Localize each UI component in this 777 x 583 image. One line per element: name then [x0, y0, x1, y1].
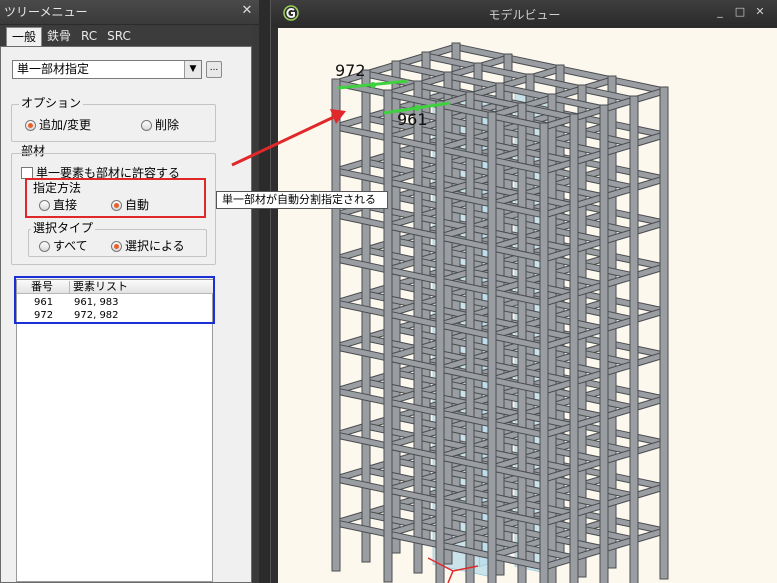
chevron-down-icon[interactable]: ▼	[184, 61, 201, 78]
checkbox-icon	[21, 166, 33, 179]
radio-add-change-label: 追加/変更	[39, 118, 92, 132]
beam	[609, 77, 667, 94]
radio-add-change[interactable]: 追加/変更	[25, 118, 91, 132]
beam	[557, 66, 615, 83]
radio-on-icon	[25, 119, 36, 131]
member-list[interactable]: 番号 要素リスト 961 961, 983 972 972, 982	[16, 279, 214, 582]
panel-title: ツリーメニュー	[4, 5, 88, 19]
tab-steel[interactable]: 鉄骨	[42, 27, 76, 46]
options-group-label: オプション	[19, 96, 84, 110]
select-type-group-label: 選択タイプ	[31, 221, 96, 235]
annotation-tooltip: 単一部材が自動分割指定される	[216, 191, 388, 209]
member-mode-value: 単一部材指定	[17, 62, 90, 76]
panel-title-bar: ツリーメニュー ✕	[0, 0, 259, 24]
radio-select-by-selection-label: 選択による	[125, 239, 185, 253]
method-highlight-box	[25, 178, 206, 218]
close-icon[interactable]: ✕	[239, 3, 255, 19]
model-viewport[interactable]: 972 961	[278, 28, 777, 583]
close-icon[interactable]: ✕	[753, 5, 767, 19]
member-mode-select[interactable]: 単一部材指定 ▼	[12, 60, 202, 79]
radio-select-all[interactable]: すべて	[39, 239, 88, 253]
radio-select-all-label: すべて	[53, 239, 88, 253]
tab-general[interactable]: 一般	[6, 27, 43, 46]
list-highlight-box	[14, 276, 215, 324]
radio-on-icon	[111, 240, 122, 252]
maximize-icon[interactable]: □	[733, 5, 747, 19]
building-frame-model[interactable]	[278, 28, 777, 583]
radio-select-by-selection[interactable]: 選択による	[111, 239, 185, 253]
tree-menu-panel: ツリーメニュー ✕ 一般 鉄骨 RC SRC 単一部材指定 ▼ ... オプショ…	[0, 0, 259, 583]
model-view-window: モデルビュー _ □ ✕ 972 961	[270, 0, 777, 583]
radio-off-icon	[141, 119, 152, 131]
member-label-961: 961	[397, 110, 428, 129]
radio-delete[interactable]: 削除	[141, 118, 179, 132]
tab-bar: 一般 鉄骨 RC SRC	[0, 25, 252, 46]
beam	[505, 55, 563, 72]
tab-src[interactable]: SRC	[102, 27, 136, 46]
member-label-972: 972	[335, 61, 366, 80]
member-972-node	[370, 82, 376, 88]
window-title: モデルビュー	[488, 8, 561, 22]
minimize-icon[interactable]: _	[713, 5, 727, 19]
more-button[interactable]: ...	[206, 61, 222, 78]
radio-off-icon	[39, 240, 50, 252]
panel-scrollbar[interactable]	[252, 25, 259, 583]
window-title-bar: モデルビュー _ □ ✕	[271, 0, 777, 27]
radio-delete-label: 削除	[155, 118, 180, 132]
beam	[453, 44, 511, 61]
tab-rc[interactable]: RC	[76, 27, 102, 46]
